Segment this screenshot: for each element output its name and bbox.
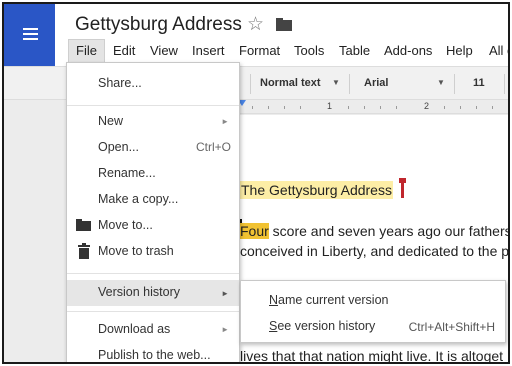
document-heading[interactable]: The Gettysburg Address xyxy=(240,181,393,199)
menu-item-download-as[interactable]: Download as ► xyxy=(67,318,239,342)
app-header: Gettysburg Address ☆ File Edit View Inse… xyxy=(4,4,508,66)
menu-format[interactable]: Format xyxy=(239,39,280,63)
ruler-mark: 2 xyxy=(424,101,430,111)
folder-icon[interactable] xyxy=(276,18,292,31)
chevron-down-icon[interactable]: ▼ xyxy=(332,78,340,87)
ruler[interactable]: 1 2 xyxy=(234,100,508,114)
font-dropdown[interactable]: Arial xyxy=(364,77,388,89)
ruler-mark: 1 xyxy=(327,101,333,111)
menu-item-share[interactable]: Share... xyxy=(67,72,239,96)
menu-item-make-copy[interactable]: Make a copy... xyxy=(67,188,239,212)
menu-view[interactable]: View xyxy=(150,39,178,63)
menu-item-move-to[interactable]: Move to... xyxy=(67,214,239,238)
menu-item-see-version-history[interactable]: See version history Ctrl+Alt+Shift+H xyxy=(241,313,505,337)
highlighted-word: Four xyxy=(240,223,269,239)
menu-item-new[interactable]: New ► xyxy=(67,110,239,134)
font-size-dropdown[interactable]: 11 xyxy=(473,77,485,89)
version-history-submenu: Name current version See version history… xyxy=(240,280,506,343)
menu-tools[interactable]: Tools xyxy=(294,39,324,63)
chevron-down-icon[interactable]: ▼ xyxy=(437,78,445,87)
menu-item-open[interactable]: Open... Ctrl+O xyxy=(67,136,239,160)
menu-all-changes[interactable]: All c xyxy=(489,39,508,63)
document-title[interactable]: Gettysburg Address xyxy=(75,14,242,36)
menu-addons[interactable]: Add-ons xyxy=(384,39,432,63)
menu-file[interactable]: File xyxy=(68,39,105,63)
menu-table[interactable]: Table xyxy=(339,39,370,63)
submenu-arrow-icon: ► xyxy=(221,289,229,298)
submenu-arrow-icon: ► xyxy=(221,117,229,126)
document-paragraph-partial[interactable]: lives that that nation might live. It is… xyxy=(240,348,503,362)
menu-item-publish[interactable]: Publish to the web... xyxy=(67,344,239,362)
menu-insert[interactable]: Insert xyxy=(192,39,225,63)
shortcut-open: Ctrl+O xyxy=(195,140,231,154)
trash-icon xyxy=(78,243,90,259)
screenshot-frame: Gettysburg Address ☆ File Edit View Inse… xyxy=(2,2,510,364)
style-dropdown[interactable]: Normal text xyxy=(260,77,321,89)
shortcut-version-history: Ctrl+Alt+Shift+H xyxy=(408,320,495,334)
menu-item-move-to-trash[interactable]: Move to trash xyxy=(67,240,239,264)
submenu-arrow-icon: ► xyxy=(221,325,229,334)
menu-item-name-current-version[interactable]: Name current version xyxy=(241,287,505,311)
folder-icon xyxy=(76,219,91,231)
menu-edit[interactable]: Edit xyxy=(113,39,135,63)
star-icon[interactable]: ☆ xyxy=(247,13,264,36)
docs-menu-icon[interactable] xyxy=(4,4,55,66)
menu-item-rename[interactable]: Rename... xyxy=(67,162,239,186)
menu-item-version-history[interactable]: Version history ► xyxy=(67,280,239,306)
collaborator-cursor xyxy=(399,178,406,198)
file-menu: Share... New ► Open... Ctrl+O Rename... … xyxy=(66,62,240,362)
document-paragraph[interactable]: Four score and seven years ago our fathe… xyxy=(240,221,508,261)
menu-help[interactable]: Help xyxy=(446,39,473,63)
